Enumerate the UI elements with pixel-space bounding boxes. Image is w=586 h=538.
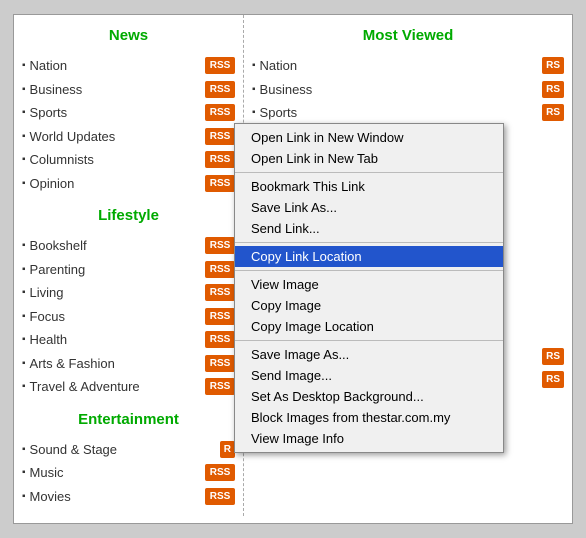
rss-button[interactable]: RSS (205, 81, 235, 98)
list-item[interactable]: Sports RSS (14, 101, 243, 125)
item-label: Business (260, 80, 313, 100)
rss-button-partial[interactable]: RS (542, 348, 564, 365)
left-column: News Nation RSS Business RSS Sports RSS … (14, 15, 244, 516)
rss-button[interactable]: RSS (205, 175, 235, 192)
list-item[interactable]: Arts & Fashion RSS (14, 352, 243, 376)
ctx-separator-4 (235, 340, 503, 341)
context-menu: Open Link in New Window Open Link in New… (234, 123, 504, 453)
entertainment-section-title: Entertainment (14, 407, 243, 432)
ctx-copy-link-location[interactable]: Copy Link Location (235, 246, 503, 267)
list-item[interactable]: Sound & Stage R (14, 438, 243, 462)
rss-button-partial[interactable]: RS (542, 81, 564, 98)
ctx-set-desktop[interactable]: Set As Desktop Background... (235, 386, 503, 407)
news-section-title: News (14, 23, 243, 48)
ctx-open-new-tab[interactable]: Open Link in New Tab (235, 148, 503, 169)
rss-button[interactable]: RSS (205, 464, 235, 481)
list-item[interactable]: Nation RS (244, 54, 572, 78)
list-item[interactable]: Sports RS (244, 101, 572, 125)
list-item[interactable]: Columnists RSS (14, 148, 243, 172)
list-item[interactable]: Business RS (244, 78, 572, 102)
ctx-send-link[interactable]: Send Link... (235, 218, 503, 239)
rss-button[interactable]: RSS (205, 488, 235, 505)
ctx-view-image[interactable]: View Image (235, 274, 503, 295)
rss-button[interactable]: RSS (205, 104, 235, 121)
list-item[interactable]: Parenting RSS (14, 258, 243, 282)
rss-button[interactable]: RSS (205, 378, 235, 395)
ctx-send-image[interactable]: Send Image... (235, 365, 503, 386)
rss-button-partial[interactable]: RS (542, 57, 564, 74)
most-viewed-title: Most Viewed (244, 23, 572, 48)
ctx-block-images[interactable]: Block Images from thestar.com.my (235, 407, 503, 428)
item-label: Sports (260, 103, 298, 123)
item-label: Sports (30, 103, 68, 123)
ctx-copy-image[interactable]: Copy Image (235, 295, 503, 316)
ctx-copy-image-location[interactable]: Copy Image Location (235, 316, 503, 337)
lifestyle-section-title: Lifestyle (14, 203, 243, 228)
rss-button[interactable]: RSS (205, 261, 235, 278)
list-item[interactable]: Bookshelf RSS (14, 234, 243, 258)
rss-button[interactable]: RSS (205, 308, 235, 325)
ctx-save-link[interactable]: Save Link As... (235, 197, 503, 218)
list-item[interactable]: Living RSS (14, 281, 243, 305)
ctx-bookmark-link[interactable]: Bookmark This Link (235, 176, 503, 197)
item-label: Movies (30, 487, 71, 507)
item-label: Focus (30, 307, 65, 327)
item-label: Travel & Adventure (30, 377, 140, 397)
item-label: Sound & Stage (30, 440, 117, 460)
rss-button[interactable]: RSS (205, 128, 235, 145)
rss-button-partial[interactable]: R (220, 441, 235, 458)
list-item[interactable]: World Updates RSS (14, 125, 243, 149)
item-label: Arts & Fashion (30, 354, 115, 374)
item-label: Bookshelf (30, 236, 87, 256)
item-label: Health (30, 330, 68, 350)
ctx-separator-2 (235, 242, 503, 243)
item-label: Music (30, 463, 64, 483)
list-item[interactable]: Movies RSS (14, 485, 243, 509)
item-label: Living (30, 283, 64, 303)
list-item[interactable]: Business RSS (14, 78, 243, 102)
item-label: Opinion (30, 174, 75, 194)
rss-button[interactable]: RSS (205, 237, 235, 254)
rss-button[interactable]: RSS (205, 57, 235, 74)
list-item[interactable]: Health RSS (14, 328, 243, 352)
item-label: Columnists (30, 150, 94, 170)
ctx-open-new-window[interactable]: Open Link in New Window (235, 127, 503, 148)
rss-button[interactable]: RSS (205, 331, 235, 348)
rss-button-partial[interactable]: RS (542, 371, 564, 388)
list-item[interactable]: Focus RSS (14, 305, 243, 329)
ctx-separator-3 (235, 270, 503, 271)
list-item[interactable]: Opinion RSS (14, 172, 243, 196)
rss-button-partial[interactable]: RS (542, 104, 564, 121)
rss-button[interactable]: RSS (205, 151, 235, 168)
list-item[interactable]: Nation RSS (14, 54, 243, 78)
ctx-view-image-info[interactable]: View Image Info (235, 428, 503, 449)
rss-button[interactable]: RSS (205, 284, 235, 301)
item-label: World Updates (30, 127, 116, 147)
ctx-save-image[interactable]: Save Image As... (235, 344, 503, 365)
list-item[interactable]: Music RSS (14, 461, 243, 485)
ctx-separator-1 (235, 172, 503, 173)
item-label: Nation (260, 56, 298, 76)
item-label: Nation (30, 56, 68, 76)
list-item[interactable]: Travel & Adventure RSS (14, 375, 243, 399)
item-label: Business (30, 80, 83, 100)
item-label: Parenting (30, 260, 86, 280)
page-wrapper: News Nation RSS Business RSS Sports RSS … (13, 14, 573, 524)
rss-button[interactable]: RSS (205, 355, 235, 372)
